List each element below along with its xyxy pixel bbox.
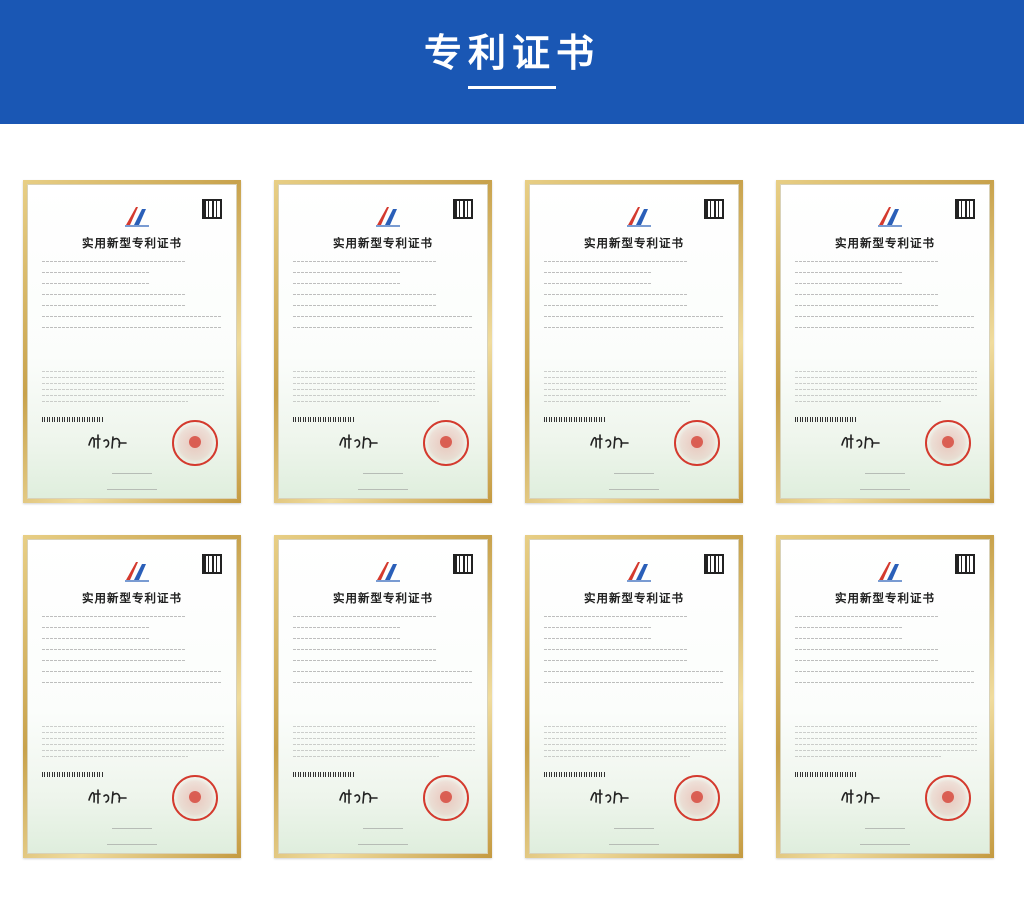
certificate-frame-7[interactable]: 实用新型专利证书: [525, 535, 743, 858]
certificate-body-text: [42, 371, 224, 407]
certificate-frame-2[interactable]: 实用新型专利证书: [274, 180, 492, 503]
certificate-document: 实用新型专利证书: [27, 184, 237, 499]
page-marker: [28, 828, 236, 829]
certificate-heading: 实用新型专利证书: [82, 236, 182, 250]
qr-code-icon: [453, 554, 473, 574]
patent-emblem-icon: [376, 207, 400, 227]
patent-emblem-icon: [125, 562, 149, 582]
footer-rule: [279, 844, 487, 845]
footer-rule: [530, 844, 738, 845]
certificate-heading: 实用新型专利证书: [835, 236, 935, 250]
qr-code-icon: [704, 554, 724, 574]
patent-emblem-icon: [878, 562, 902, 582]
certificate-frame-8[interactable]: 实用新型专利证书: [776, 535, 994, 858]
footer-rule: [781, 489, 989, 490]
certificate-document: 实用新型专利证书: [27, 539, 237, 854]
certificate-body-text: [795, 726, 977, 762]
certificate-frame-1[interactable]: 实用新型专利证书: [23, 180, 241, 503]
barcode: [293, 417, 355, 422]
signature-image: [339, 434, 378, 449]
certificate-fields: [42, 616, 222, 693]
certificate-heading: 实用新型专利证书: [333, 236, 433, 250]
signature-image: [339, 789, 378, 804]
certificate-fields: [795, 261, 975, 338]
signature-image: [841, 789, 880, 804]
signature-image: [88, 789, 127, 804]
page-marker: [530, 828, 738, 829]
qr-code-icon: [202, 199, 222, 219]
certificate-heading: 实用新型专利证书: [584, 591, 684, 605]
certificate-heading: 实用新型专利证书: [584, 236, 684, 250]
certificate-fields: [293, 261, 473, 338]
certificate-body-text: [544, 371, 726, 407]
qr-code-icon: [453, 199, 473, 219]
barcode: [544, 772, 606, 777]
footer-rule: [530, 489, 738, 490]
certificate-fields: [293, 616, 473, 693]
certificate-fields: [42, 261, 222, 338]
official-seal-icon: [423, 775, 469, 821]
barcode: [795, 772, 857, 777]
patent-emblem-icon: [878, 207, 902, 227]
certificate-body-text: [293, 726, 475, 762]
patent-emblem-icon: [376, 562, 400, 582]
certificate-document: 实用新型专利证书: [780, 184, 990, 499]
official-seal-icon: [423, 420, 469, 466]
barcode: [293, 772, 355, 777]
page-marker: [279, 473, 487, 474]
qr-code-icon: [704, 199, 724, 219]
footer-rule: [28, 844, 236, 845]
page-marker: [28, 473, 236, 474]
certificate-document: 实用新型专利证书: [529, 539, 739, 854]
page-marker: [781, 828, 989, 829]
certificate-body-text: [795, 371, 977, 407]
footer-rule: [279, 489, 487, 490]
qr-code-icon: [955, 199, 975, 219]
certificate-body-text: [544, 726, 726, 762]
qr-code-icon: [202, 554, 222, 574]
certificate-document: 实用新型专利证书: [278, 184, 488, 499]
official-seal-icon: [172, 420, 218, 466]
patent-emblem-icon: [627, 207, 651, 227]
official-seal-icon: [925, 775, 971, 821]
barcode: [42, 772, 104, 777]
official-seal-icon: [172, 775, 218, 821]
official-seal-icon: [674, 775, 720, 821]
certificate-fields: [544, 616, 724, 693]
page-marker: [781, 473, 989, 474]
certificate-body-text: [42, 726, 224, 762]
signature-image: [590, 789, 629, 804]
page-marker: [279, 828, 487, 829]
certificate-frame-4[interactable]: 实用新型专利证书: [776, 180, 994, 503]
official-seal-icon: [925, 420, 971, 466]
certificate-heading: 实用新型专利证书: [82, 591, 182, 605]
certificate-document: 实用新型专利证书: [780, 539, 990, 854]
barcode: [544, 417, 606, 422]
barcode: [42, 417, 104, 422]
barcode: [795, 417, 857, 422]
signature-image: [841, 434, 880, 449]
certificate-body-text: [293, 371, 475, 407]
qr-code-icon: [955, 554, 975, 574]
footer-rule: [28, 489, 236, 490]
certificate-document: 实用新型专利证书: [529, 184, 739, 499]
footer-rule: [781, 844, 989, 845]
patent-emblem-icon: [627, 562, 651, 582]
signature-image: [88, 434, 127, 449]
certificate-fields: [544, 261, 724, 338]
signature-image: [590, 434, 629, 449]
certificate-fields: [795, 616, 975, 693]
certificate-document: 实用新型专利证书: [278, 539, 488, 854]
certificate-frame-6[interactable]: 实用新型专利证书: [274, 535, 492, 858]
page-marker: [530, 473, 738, 474]
official-seal-icon: [674, 420, 720, 466]
certificate-heading: 实用新型专利证书: [835, 591, 935, 605]
certificate-frame-3[interactable]: 实用新型专利证书: [525, 180, 743, 503]
certificate-heading: 实用新型专利证书: [333, 591, 433, 605]
certificate-frame-5[interactable]: 实用新型专利证书: [23, 535, 241, 858]
certificate-gallery: 实用新型专利证书 实用新型专利证书 实用新型专利证书 实用新型专利证书 实用新型…: [0, 0, 1024, 917]
patent-emblem-icon: [125, 207, 149, 227]
